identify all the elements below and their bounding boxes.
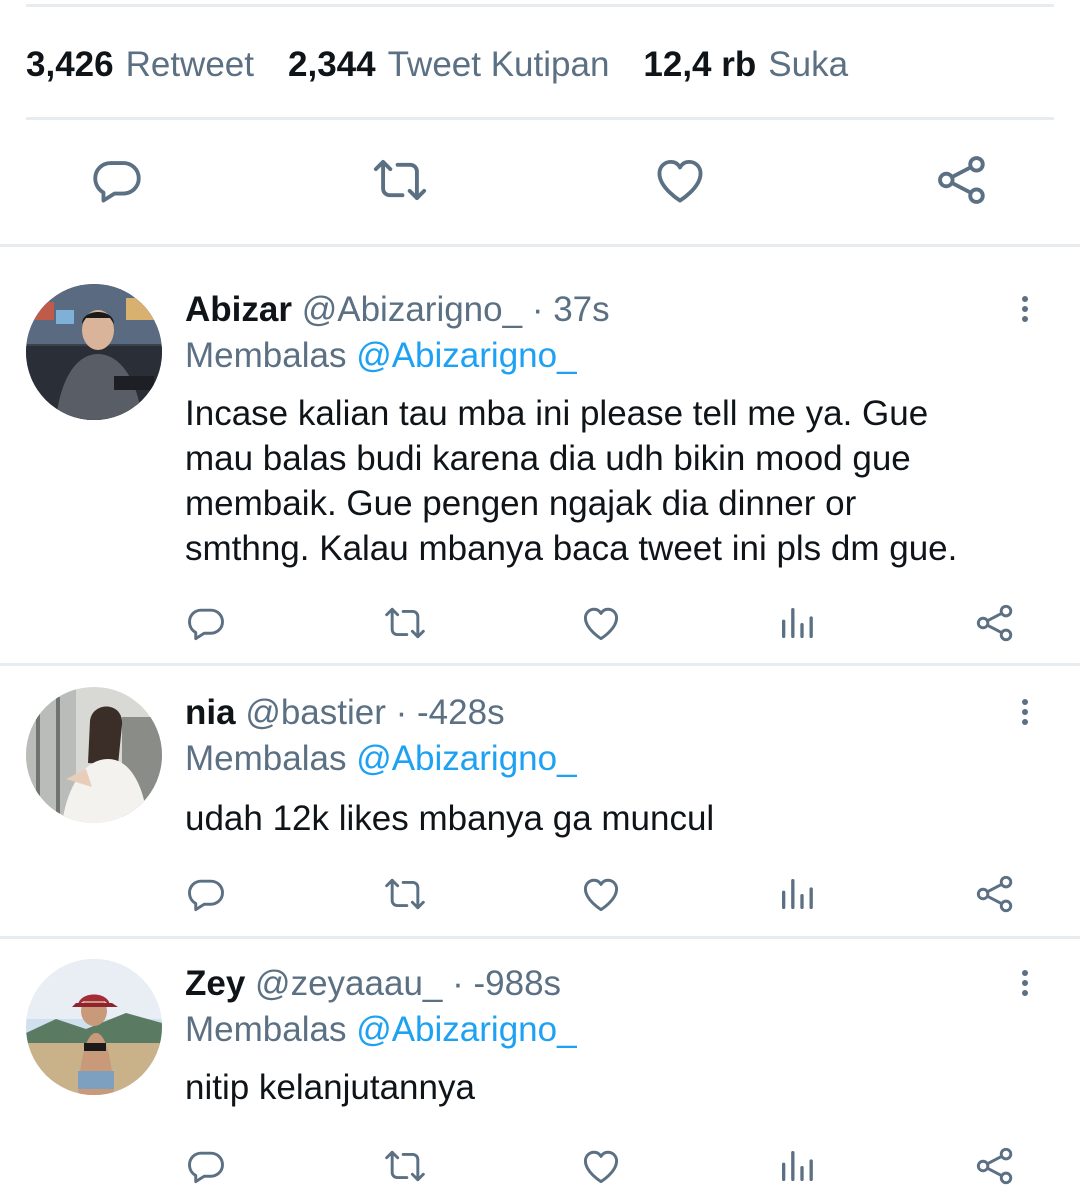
separator-dot: · — [395, 693, 408, 732]
like-icon — [579, 601, 623, 645]
text-line: smthng. Kalau mbanya baca tweet ini pls … — [185, 529, 958, 568]
share-icon — [973, 872, 1017, 916]
reply-icon — [88, 151, 146, 209]
avatar[interactable] — [26, 284, 162, 420]
text-line: membaik. Gue pengen ngajak dia dinner or — [185, 484, 857, 523]
retweet-icon — [371, 151, 429, 209]
retweet-stat[interactable]: 3,426 Retweet — [26, 45, 254, 85]
handle[interactable]: @zeyaaau_ — [255, 964, 442, 1003]
reply-header: Zey @zeyaaau_ · -988s — [185, 961, 561, 1007]
reply-button[interactable] — [181, 869, 231, 919]
replying-to: Membalas @Abizarigno_ — [185, 1007, 577, 1053]
reply-action-bar — [0, 869, 1080, 919]
replying-to: Membalas @Abizarigno_ — [185, 736, 577, 782]
mention-link[interactable]: @Abizarigno_ — [356, 336, 576, 375]
handle[interactable]: @Abizarigno_ — [302, 290, 522, 329]
share-button[interactable] — [932, 150, 992, 210]
reply-icon — [184, 1144, 228, 1188]
text-line: Incase kalian tau mba ini please tell me… — [185, 394, 929, 433]
like-label: Suka — [768, 45, 849, 84]
like-count: 12,4 rb — [643, 45, 757, 84]
replying-to: Membalas @Abizarigno_ — [185, 333, 577, 379]
like-button[interactable] — [576, 1141, 626, 1191]
quote-label: Tweet Kutipan — [387, 45, 610, 84]
reply-button[interactable] — [181, 1141, 231, 1191]
more-icon — [1010, 965, 1040, 1001]
reply-action-bar — [0, 598, 1080, 648]
display-name[interactable]: Zey — [185, 964, 245, 1003]
avatar[interactable] — [26, 687, 162, 823]
reply-item[interactable]: nia @bastier · -428s Membalas @Abizarign… — [0, 666, 1080, 936]
text-line: udah 12k likes mbanya ga muncul — [185, 799, 715, 838]
analytics-icon — [777, 874, 817, 914]
timestamp[interactable]: -988s — [474, 964, 562, 1003]
more-icon — [1010, 291, 1040, 327]
share-icon — [973, 1144, 1017, 1188]
like-stat[interactable]: 12,4 rb Suka — [643, 45, 848, 85]
retweet-button[interactable] — [380, 598, 430, 648]
like-icon — [651, 151, 709, 209]
analytics-icon — [777, 603, 817, 643]
timestamp[interactable]: 37s — [553, 290, 609, 329]
timestamp[interactable]: -428s — [417, 693, 505, 732]
replying-label: Membalas — [185, 1010, 347, 1049]
tweet-stats: 3,426 Retweet 2,344 Tweet Kutipan 12,4 r… — [26, 40, 882, 90]
separator-dot: · — [452, 964, 464, 1003]
reply-button[interactable] — [87, 150, 147, 210]
display-name[interactable]: nia — [185, 693, 236, 732]
retweet-button[interactable] — [370, 150, 430, 210]
quote-count: 2,344 — [288, 45, 376, 84]
like-button[interactable] — [576, 869, 626, 919]
analytics-button[interactable] — [772, 869, 822, 919]
analytics-icon — [777, 1146, 817, 1186]
retweet-icon — [383, 601, 427, 645]
text-line: mau balas budi karena dia udh bikin mood… — [185, 439, 911, 478]
reply-text: nitip kelanjutannya — [185, 1065, 1045, 1110]
text-line: nitip kelanjutannya — [185, 1068, 475, 1107]
like-button[interactable] — [576, 598, 626, 648]
top-divider — [26, 4, 1054, 7]
tweet-action-bar — [0, 150, 1080, 214]
more-options-button[interactable] — [1008, 963, 1042, 1003]
reply-text: udah 12k likes mbanya ga muncul — [185, 796, 1045, 841]
like-icon — [579, 872, 623, 916]
avatar[interactable] — [26, 959, 162, 1095]
mention-link[interactable]: @Abizarigno_ — [356, 1010, 576, 1049]
reply-button[interactable] — [181, 598, 231, 648]
retweet-label: Retweet — [125, 45, 254, 84]
handle[interactable]: @bastier — [245, 693, 386, 732]
analytics-button[interactable] — [772, 1141, 822, 1191]
retweet-button[interactable] — [380, 869, 430, 919]
reply-item[interactable]: Abizar @Abizarigno_ · 37s Membalas @Abiz… — [0, 247, 1080, 664]
reply-header: Abizar @Abizarigno_ · 37s — [185, 287, 610, 333]
reply-item[interactable]: Zey @zeyaaau_ · -988s Membalas @Abizarig… — [0, 939, 1080, 1198]
quote-stat[interactable]: 2,344 Tweet Kutipan — [288, 45, 609, 85]
share-button[interactable] — [970, 598, 1020, 648]
replying-label: Membalas — [185, 336, 347, 375]
reply-icon — [184, 601, 228, 645]
reply-text: Incase kalian tau mba ini please tell me… — [185, 391, 1045, 571]
reply-action-bar — [0, 1141, 1080, 1191]
like-icon — [579, 1144, 623, 1188]
share-icon — [973, 601, 1017, 645]
more-icon — [1010, 694, 1040, 730]
retweet-icon — [383, 1144, 427, 1188]
like-button[interactable] — [650, 150, 710, 210]
stats-divider — [26, 117, 1054, 120]
analytics-button[interactable] — [772, 598, 822, 648]
retweet-icon — [383, 872, 427, 916]
replying-label: Membalas — [185, 739, 347, 778]
separator-dot: · — [531, 290, 544, 329]
more-options-button[interactable] — [1008, 692, 1042, 732]
retweet-count: 3,426 — [26, 45, 114, 84]
more-options-button[interactable] — [1008, 289, 1042, 329]
share-icon — [933, 151, 991, 209]
share-button[interactable] — [970, 1141, 1020, 1191]
share-button[interactable] — [970, 869, 1020, 919]
display-name[interactable]: Abizar — [185, 290, 292, 329]
retweet-button[interactable] — [380, 1141, 430, 1191]
mention-link[interactable]: @Abizarigno_ — [356, 739, 576, 778]
reply-header: nia @bastier · -428s — [185, 690, 505, 736]
reply-icon — [184, 872, 228, 916]
